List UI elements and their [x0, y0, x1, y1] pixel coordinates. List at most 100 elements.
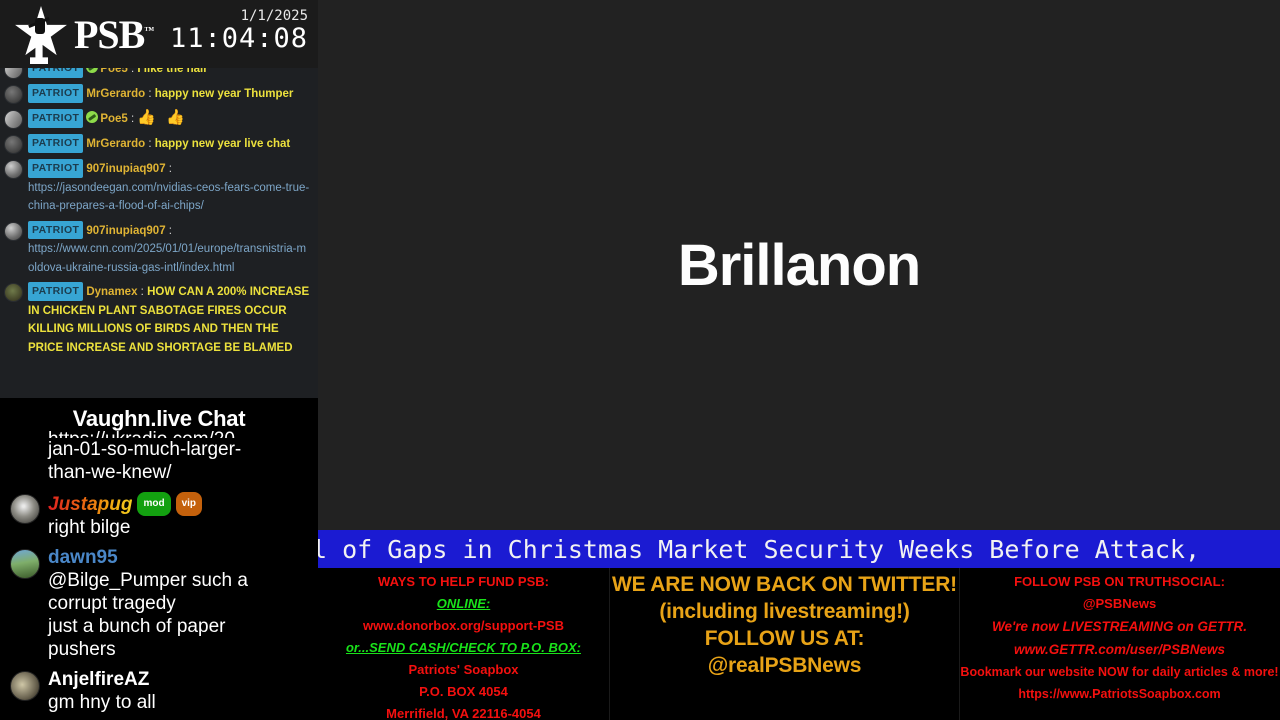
chat-text: gm hny to all [48, 692, 156, 713]
avatar [10, 549, 40, 579]
chat-message-partial: https://ukradio.com/20 jan-01-so-much-la… [4, 428, 314, 484]
trademark-mark: ™ [144, 25, 154, 37]
chat-colon: : [127, 113, 138, 125]
chat-username[interactable]: dawn95 [48, 547, 118, 568]
fund-address-1: Patriots' Soapbox [408, 662, 519, 677]
bookmark-line: Bookmark our website NOW for daily artic… [960, 665, 1279, 679]
patriot-badge: PATRIOT [28, 282, 84, 301]
chat-text: I like the hair [137, 68, 208, 75]
fund-mail-label: or...SEND CASH/CHECK TO P.O. BOX: [345, 640, 581, 655]
avatar [4, 85, 23, 104]
fund-address-3: Merrifield, VA 22116-4054 [386, 706, 541, 720]
chat-colon: : [127, 68, 138, 75]
ticker-text: l of Gaps in Christmas Market Security W… [318, 534, 1201, 564]
chat-username[interactable]: MrGerardo [86, 138, 145, 150]
truthsocial-heading: FOLLOW PSB ON TRUTHSOCIAL: [1014, 574, 1225, 589]
fund-address-2: P.O. BOX 4054 [419, 684, 508, 699]
channel-header: PSB™ 1/1/2025 11:04:08 [0, 0, 318, 68]
chat-text: pushers [48, 639, 116, 660]
psb-logo: PSB™ [12, 6, 154, 64]
fund-online-label: ONLINE: [436, 596, 491, 611]
chat-username[interactable]: MrGerardo [86, 88, 145, 100]
link-line-2[interactable]: than-we-knew/ [48, 462, 172, 483]
chat-username[interactable]: Dynamex [86, 286, 137, 298]
news-ticker: l of Gaps in Christmas Market Security W… [318, 530, 1280, 568]
chat-colon: : [145, 88, 155, 100]
chat-username-row: Justapug mod vip [48, 492, 314, 516]
chat-link[interactable]: https://www.cnn.com/2025/01/01/europe/tr… [28, 243, 306, 274]
footer-column-twitter: WE ARE NOW BACK ON TWITTER! (including l… [610, 568, 960, 720]
clipped-link-top: https://ukradio.com/20 [48, 428, 314, 438]
list-item: Justapug mod vip right bilge [4, 492, 314, 539]
chat-message: PATRIOT Dynamex : HOW CAN A 200% INCREASE… [0, 279, 318, 359]
avatar [4, 68, 23, 79]
stream-overlay-page: PSB™ 1/1/2025 11:04:08 PATRIOT Poe5 : I l… [0, 0, 1280, 720]
clock-date: 1/1/2025 [240, 8, 308, 24]
poe-icon [86, 111, 99, 123]
chat-username[interactable]: Poe5 [100, 68, 128, 75]
chat-username[interactable]: Poe5 [100, 113, 128, 125]
chat-username-row: dawn95 [48, 547, 314, 569]
chat-message: PATRIOT 907inupiaq907 : https://jasondeeg… [0, 156, 318, 218]
link-line-1[interactable]: jan-01-so-much-larger- [48, 439, 241, 460]
video-title-text: Brillanon [677, 233, 921, 298]
gettr-url[interactable]: www.GETTR.com/user/PSBNews [960, 638, 1279, 661]
chat-username[interactable]: Justapug [48, 494, 132, 515]
footer-column-fund: WAYS TO HELP FUND PSB: ONLINE: www.donor… [318, 568, 610, 720]
footer-column-social: FOLLOW PSB ON TRUTHSOCIAL: @PSBNews We'r… [960, 568, 1279, 720]
chat-text: @Bilge_Pumper such a [48, 570, 248, 591]
footer-banner: WAYS TO HELP FUND PSB: ONLINE: www.donor… [318, 568, 1280, 720]
patriot-badge: PATRIOT [28, 109, 84, 128]
vaughn-chat-title: Vaughn.live Chat [72, 406, 246, 431]
chat-message: PATRIOT Poe5 : I like the hair [0, 68, 318, 81]
avatar [10, 671, 40, 701]
chat-text: happy new year live chat [154, 138, 291, 150]
twitter-line-2: (including livestreaming!) [659, 600, 910, 623]
avatar [4, 221, 23, 241]
video-player[interactable]: Brillanon [318, 0, 1280, 530]
avatar [4, 160, 23, 179]
chat-message: PATRIOT MrGerardo : happy new year Thumpe… [0, 81, 318, 106]
chat-text: just a bunch of paper [48, 616, 226, 637]
website-url[interactable]: https://www.PatriotsSoapbox.com [960, 683, 1279, 705]
twitter-line-3: FOLLOW US AT: [704, 627, 865, 650]
avatar [4, 283, 23, 302]
patriot-badge: PATRIOT [28, 220, 84, 239]
chat-message: PATRIOT 907inupiaq907 : https://www.cnn.c… [0, 218, 318, 280]
truthsocial-handle[interactable]: @PSBNews [960, 593, 1279, 615]
chat-username[interactable]: 907inupiaq907 [86, 163, 165, 175]
chat-username-row: AnjelfireAZ [48, 669, 314, 691]
avatar [4, 135, 23, 154]
patriot-badge: PATRIOT [28, 134, 84, 153]
patriot-badge: PATRIOT [28, 159, 84, 178]
chat-username[interactable]: 907inupiaq907 [86, 225, 165, 237]
brand-label: PSB [74, 12, 145, 57]
patriot-badge: PATRIOT [28, 84, 84, 103]
chat-username[interactable]: AnjelfireAZ [48, 669, 149, 690]
chat-text: corrupt tragedy [48, 593, 176, 614]
chat-colon: : [165, 163, 172, 175]
fund-online-url[interactable]: www.donorbox.org/support-PSB [318, 615, 609, 637]
twitter-handle[interactable]: @realPSBNews [610, 652, 959, 679]
mod-badge: mod [137, 492, 171, 516]
chat-colon: : [145, 138, 155, 150]
chat-text: right bilge [48, 517, 131, 538]
chat-text: happy new year Thumper [154, 88, 294, 100]
clock-block: 1/1/2025 11:04:08 [170, 8, 308, 52]
vip-badge: vip [175, 492, 203, 516]
vaughn-message-list: https://ukradio.com/20 jan-01-so-much-la… [0, 428, 318, 714]
star-icon [12, 6, 70, 64]
avatar [4, 110, 23, 129]
chat-link[interactable]: https://jasondeegan.com/nvidias-ceos-fea… [28, 182, 309, 213]
chat-message: PATRIOT MrGerardo : happy new year live c… [0, 131, 318, 156]
list-item: dawn95 @Bilge_Pumper such a corrupt trag… [4, 547, 314, 661]
fund-heading: WAYS TO HELP FUND PSB: [378, 574, 549, 589]
avatar [10, 494, 40, 524]
vaughn-chat-panel[interactable]: Vaughn.live Chat https://ukradio.com/20 … [0, 398, 318, 720]
chat-colon: : [137, 286, 148, 298]
chat-message: PATRIOT Poe5 : 👍 👍 [0, 106, 318, 131]
patriot-chat-panel[interactable]: PATRIOT Poe5 : I like the hair PATRIOT MrG… [0, 68, 318, 398]
gettr-line: We're now LIVESTREAMING on GETTR. [992, 619, 1247, 634]
chat-text: 👍 👍 [137, 109, 188, 126]
clock-time: 11:04:08 [169, 23, 308, 54]
